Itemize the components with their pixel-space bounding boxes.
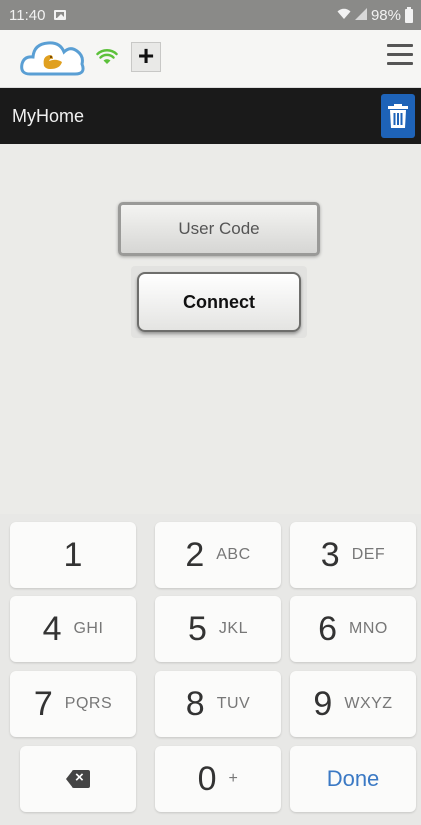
key-2[interactable]: 2 ABC bbox=[155, 522, 281, 588]
cloud-swan-logo-icon[interactable] bbox=[20, 36, 88, 80]
key-digit: 8 bbox=[185, 684, 205, 723]
key-letters: JKL bbox=[218, 620, 248, 637]
key-digit: 7 bbox=[33, 684, 53, 723]
signal-icon bbox=[354, 8, 367, 23]
key-letters: GHI bbox=[73, 620, 104, 637]
key-6[interactable]: 6 MNO bbox=[290, 596, 416, 662]
key-digit: 1 bbox=[63, 535, 83, 574]
numeric-keypad: 1 2 ABC 3 DEF 4 GHI 5 JKL 6 MNO 7 PQRS 8… bbox=[0, 514, 421, 825]
key-1[interactable]: 1 bbox=[10, 522, 136, 588]
key-digit: 9 bbox=[313, 684, 333, 723]
key-letters: ABC bbox=[216, 546, 251, 563]
add-button[interactable]: + bbox=[131, 42, 161, 72]
key-3[interactable]: 3 DEF bbox=[290, 522, 416, 588]
page-title: MyHome bbox=[12, 106, 85, 126]
key-letters: + bbox=[228, 770, 239, 787]
key-letters: TUV bbox=[216, 695, 251, 712]
key-4[interactable]: 4 GHI bbox=[10, 596, 136, 662]
delete-button[interactable] bbox=[381, 94, 415, 138]
status-bar: 11:40 98% bbox=[0, 0, 421, 30]
connect-button[interactable]: Connect bbox=[137, 272, 301, 332]
key-letters: DEF bbox=[351, 546, 386, 563]
status-right-group: 98% bbox=[337, 6, 413, 24]
key-letters: PQRS bbox=[64, 695, 113, 712]
backspace-key[interactable]: × bbox=[20, 746, 136, 812]
key-8[interactable]: 8 TUV bbox=[155, 671, 281, 737]
done-label: Done bbox=[326, 766, 380, 791]
trash-icon bbox=[388, 104, 408, 128]
image-notification-icon bbox=[54, 10, 66, 20]
key-9[interactable]: 9 WXYZ bbox=[290, 671, 416, 737]
main-content: Connect bbox=[0, 144, 421, 514]
key-0[interactable]: 0 + bbox=[155, 746, 281, 812]
battery-icon bbox=[405, 6, 413, 23]
backspace-icon: × bbox=[66, 769, 90, 788]
done-key[interactable]: Done bbox=[290, 746, 416, 812]
battery-percent: 98% bbox=[370, 7, 401, 24]
app-header: + bbox=[0, 30, 421, 88]
key-7[interactable]: 7 PQRS bbox=[10, 671, 136, 737]
key-digit: 6 bbox=[318, 609, 338, 648]
wifi-icon bbox=[337, 8, 351, 23]
key-letters: WXYZ bbox=[344, 695, 393, 712]
user-code-input[interactable] bbox=[118, 202, 320, 256]
hamburger-menu-icon[interactable] bbox=[387, 44, 413, 68]
key-digit: 2 bbox=[185, 535, 205, 574]
title-bar: MyHome bbox=[0, 88, 421, 144]
status-time: 11:40 bbox=[9, 7, 46, 24]
connect-button-container: Connect bbox=[131, 266, 307, 338]
key-digit: 5 bbox=[188, 609, 207, 648]
key-digit: 4 bbox=[42, 609, 62, 648]
key-digit: 3 bbox=[320, 535, 340, 574]
key-5[interactable]: 5 JKL bbox=[155, 596, 281, 662]
key-digit: 0 bbox=[197, 759, 217, 798]
key-letters: MNO bbox=[349, 620, 388, 637]
wifi-green-icon bbox=[96, 46, 118, 66]
